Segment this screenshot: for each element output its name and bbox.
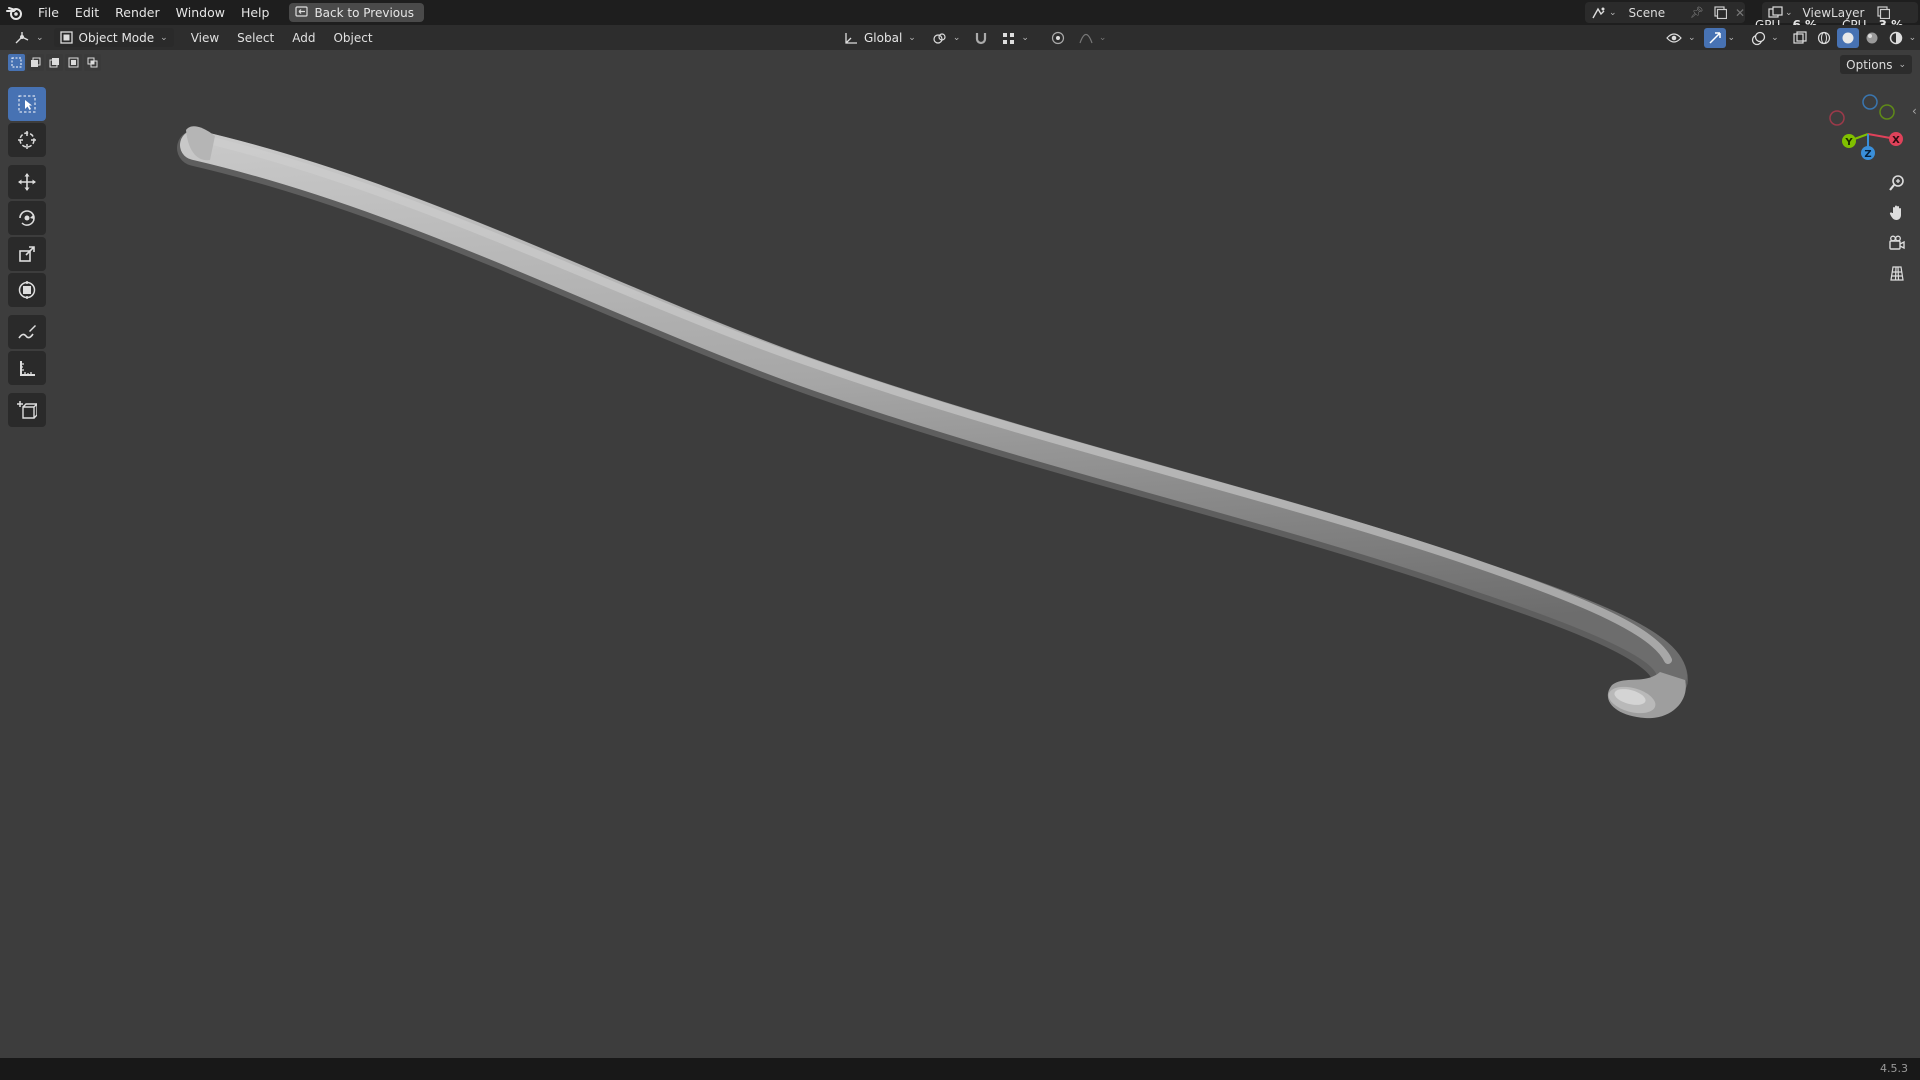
version-label: 4.5.3 [1880, 1062, 1908, 1075]
ortho-grid-icon[interactable] [1883, 259, 1911, 287]
pos-z-top-icon[interactable] [1862, 94, 1878, 110]
z-axis-label: Z [1864, 149, 1871, 160]
sidebar-toggle-chevron-icon[interactable]: ‹ [1912, 104, 1917, 118]
viewport-canvas[interactable] [0, 0, 1920, 1080]
pan-hand-icon[interactable] [1883, 199, 1911, 227]
neg-x-axis-icon[interactable] [1829, 110, 1845, 126]
zoom-icon[interactable] [1883, 169, 1911, 197]
curved-rod-object[interactable] [177, 126, 1688, 719]
neg-y-axis-icon[interactable] [1879, 104, 1895, 120]
status-bar: 4.5.3 [0, 1058, 1920, 1080]
navigation-gizmo[interactable]: X Y Z [1822, 88, 1914, 168]
y-axis-label: Y [1844, 137, 1853, 148]
camera-icon[interactable] [1883, 229, 1911, 257]
x-axis-label: X [1892, 135, 1900, 146]
